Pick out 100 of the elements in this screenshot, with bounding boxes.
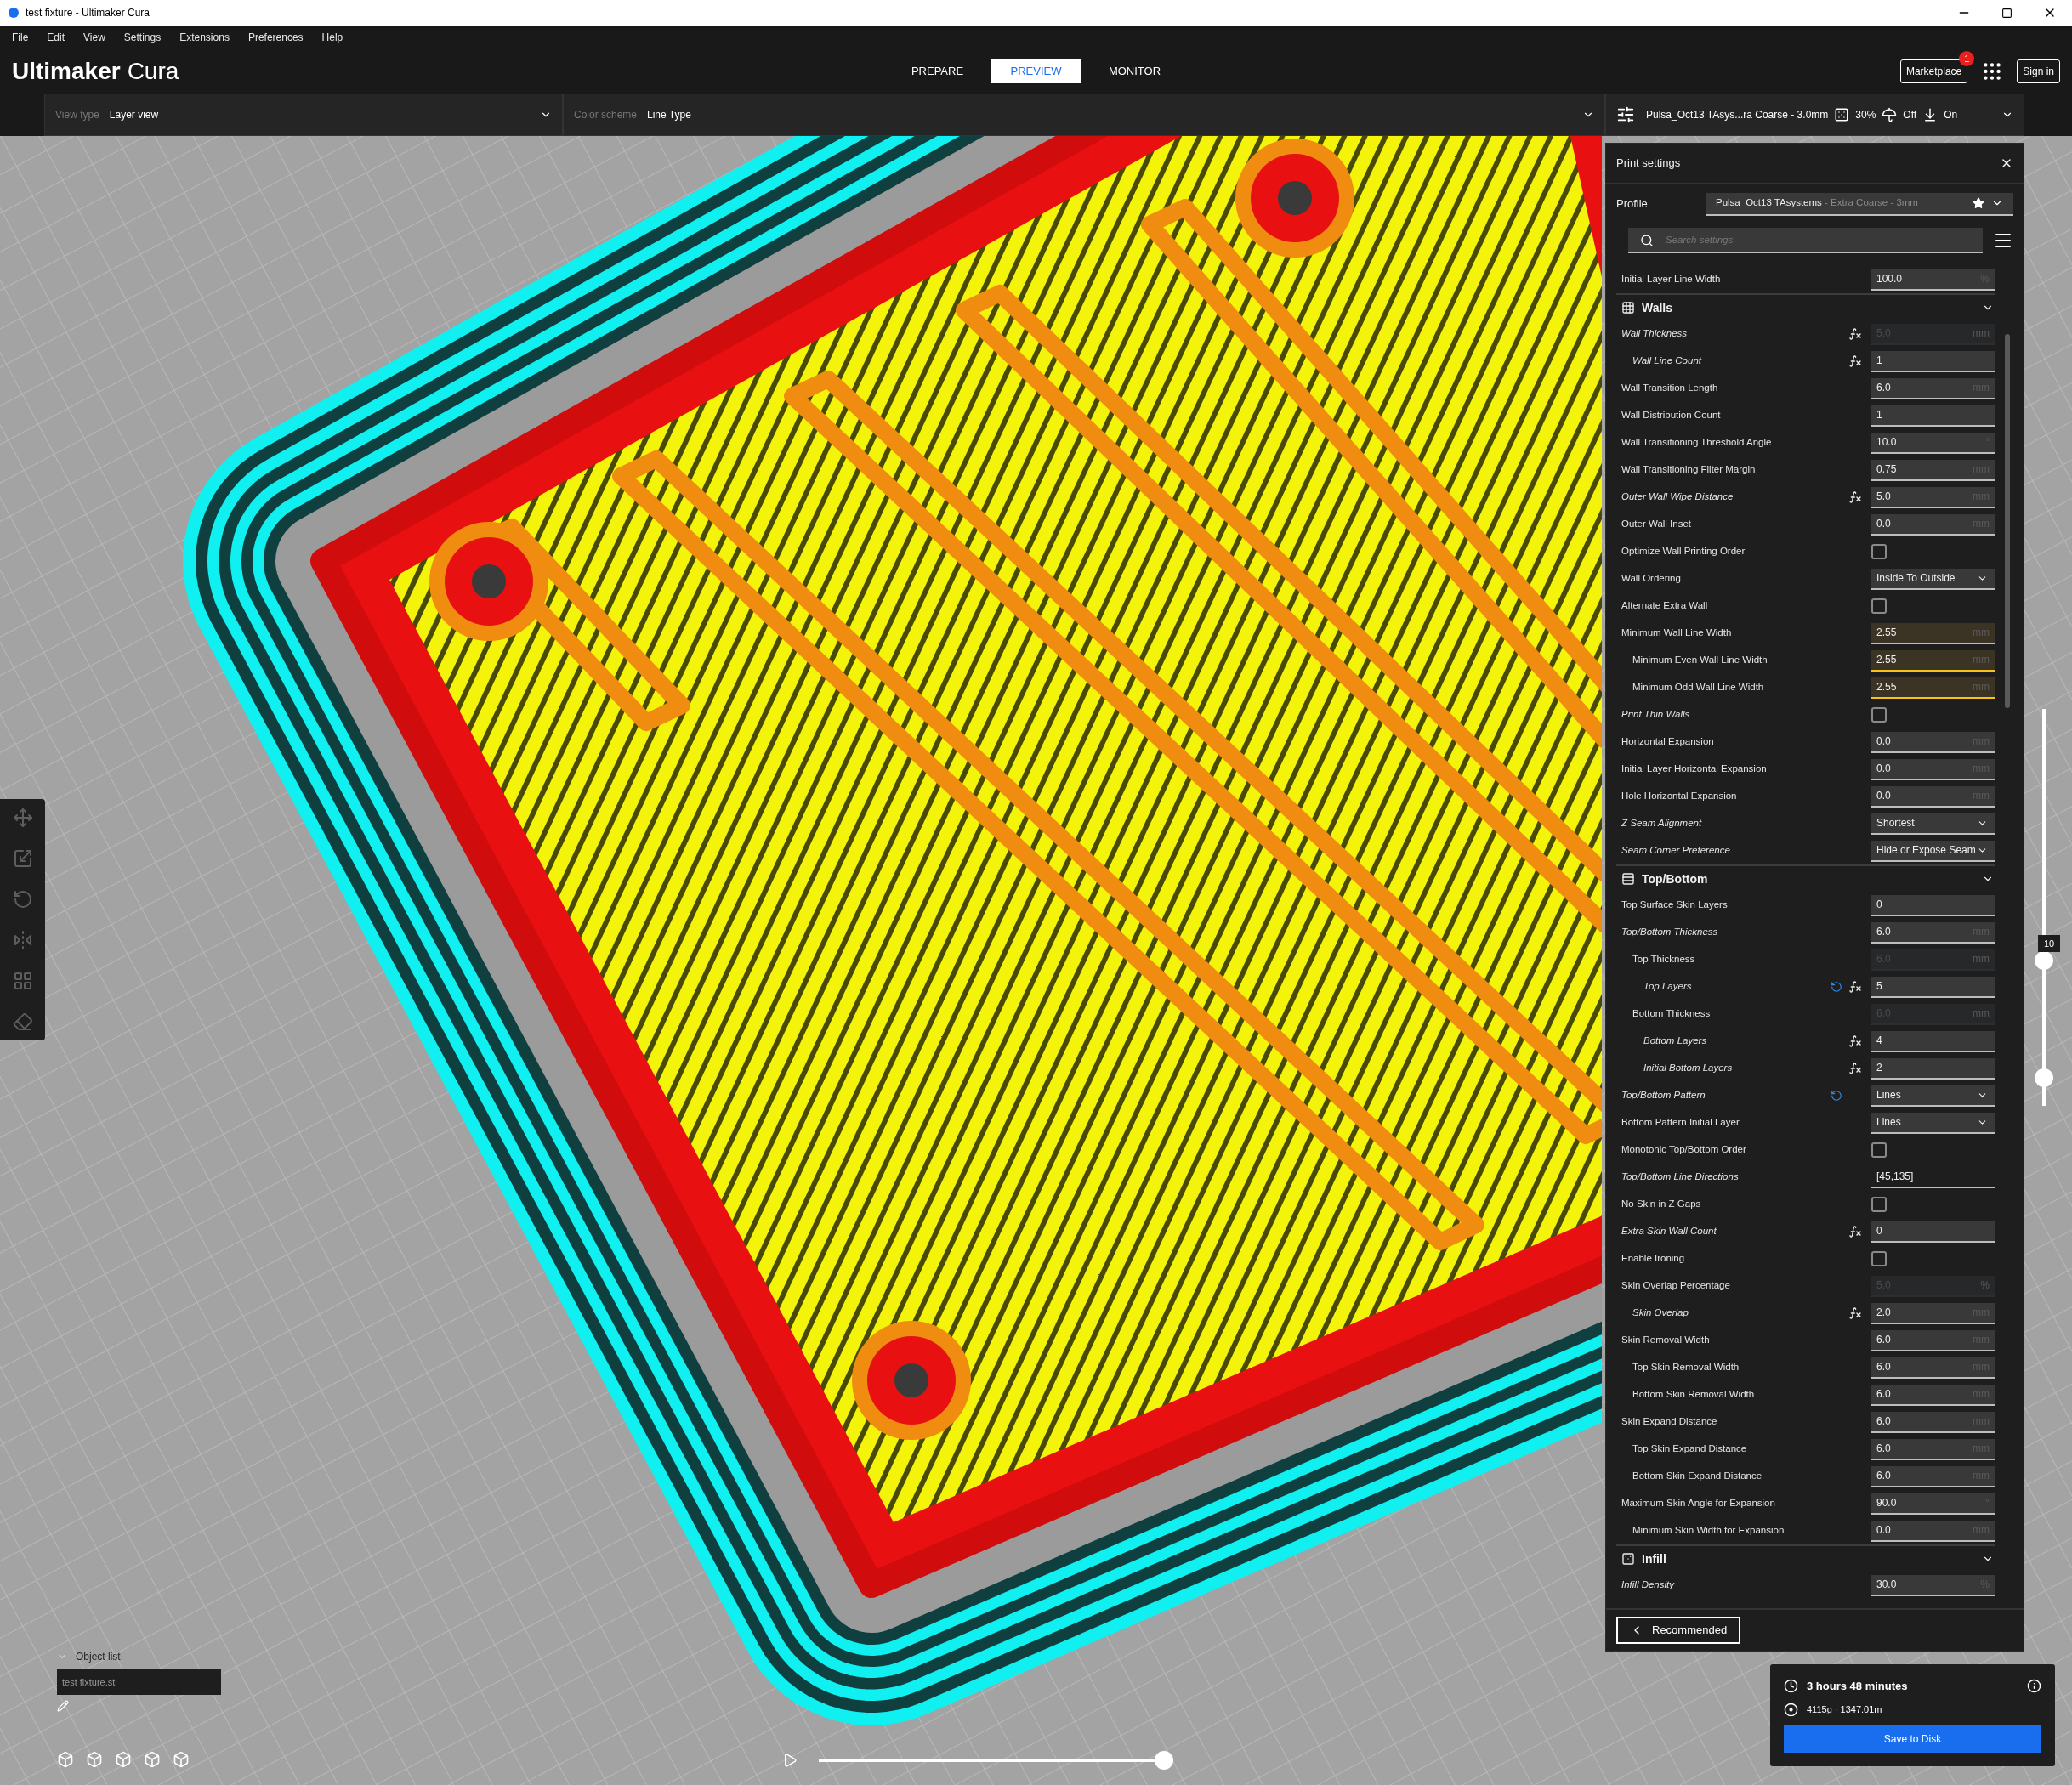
setting-label: Wall Transitioning Threshold Angle (1621, 436, 1772, 450)
checkbox[interactable] (1871, 598, 1887, 614)
stage-tab[interactable]: PREVIEW (991, 60, 1081, 83)
print-setup-selector[interactable]: Pulsa_Oct13 TAsys...ra Coarse - 3.0mm 30% Off On (1605, 94, 2024, 136)
save-to-disk-button[interactable]: Save to Disk (1784, 1726, 2041, 1753)
setting-label: Optimize Wall Printing Order (1621, 545, 1746, 558)
input-field[interactable]: 0 (1871, 894, 1995, 916)
per-model-settings-icon[interactable] (12, 971, 33, 991)
checkbox[interactable] (1871, 707, 1887, 722)
setting-label: Minimum Even Wall Line Width (1632, 654, 1768, 667)
menu-item[interactable]: Settings (123, 30, 162, 45)
maximize-icon[interactable] (2001, 7, 2012, 19)
setting-label: Hole Horizontal Expansion (1621, 790, 1737, 803)
notification-badge: 1 (1959, 51, 1975, 66)
function-icon[interactable] (1848, 1225, 1862, 1238)
dropdown[interactable]: Lines (1871, 1085, 1995, 1107)
section-header[interactable]: Walls (1616, 295, 1999, 320)
setting-label: Enable Ironing (1621, 1252, 1685, 1266)
section-icon (1621, 1552, 1635, 1566)
stage-tab[interactable]: MONITOR (1089, 60, 1180, 83)
info-icon[interactable] (2027, 1678, 2041, 1693)
function-icon[interactable] (1848, 490, 1862, 504)
search-icon (1640, 234, 1654, 247)
setting-label: Bottom Layers (1643, 1034, 1707, 1048)
setting-label: Minimum Skin Width for Expansion (1632, 1524, 1785, 1538)
checkbox[interactable] (1871, 1197, 1887, 1212)
menu-item[interactable]: Extensions (179, 30, 230, 45)
setting-label: Bottom Pattern Initial Layer (1621, 1116, 1740, 1130)
setting-label: Wall Thickness (1621, 327, 1688, 341)
input-field[interactable]: 90.0 ° (1871, 1493, 1995, 1515)
object-list-item[interactable]: test fixture.stl (57, 1669, 221, 1695)
reset-icon[interactable] (1831, 1090, 1842, 1102)
checkbox[interactable] (1871, 1251, 1887, 1266)
setting-label: Wall Distribution Count (1621, 409, 1721, 422)
infill-icon (1834, 107, 1850, 122)
move-icon[interactable] (12, 808, 33, 828)
setting-label: Top Layers (1643, 980, 1692, 994)
menu-item[interactable]: Preferences (247, 30, 304, 45)
input-field[interactable]: [45,135] (1871, 1166, 1995, 1188)
setting-label: Print Thin Walls (1621, 708, 1690, 722)
section-header[interactable]: Top/Bottom (1616, 866, 1999, 892)
setting-label: Z Seam Alignment (1621, 817, 1702, 830)
input-field[interactable]: 1 (1871, 405, 1995, 427)
dropdown[interactable]: Shortest (1871, 813, 1995, 835)
setting-label: Outer Wall Wipe Distance (1621, 490, 1734, 504)
scale-icon[interactable] (12, 848, 33, 869)
checkbox[interactable] (1871, 544, 1887, 559)
setting-label: Skin Expand Distance (1621, 1415, 1717, 1429)
setting-label: Skin Overlap (1632, 1306, 1689, 1320)
profile-name: Pulsa_Oct13 TAsystems - Extra Coarse - 3mm (1716, 196, 1919, 210)
input-field[interactable]: 100.0 % (1871, 269, 1995, 291)
scrollbar[interactable] (2005, 334, 2010, 708)
setting-label: Wall Ordering (1621, 572, 1681, 586)
setting-label: Top/Bottom Thickness (1621, 926, 1718, 939)
input-field[interactable]: 10.0 ° (1871, 432, 1995, 454)
product-name: Cura (127, 57, 179, 86)
panel-title: Print settings (1616, 156, 1681, 172)
setting-label: Top Skin Removal Width (1632, 1361, 1740, 1374)
support-icon (1882, 107, 1898, 122)
stage-tab[interactable]: PREPARE (892, 60, 983, 83)
input-field[interactable]: 30.0 % (1871, 1574, 1995, 1596)
setting-label: Top Skin Expand Distance (1632, 1442, 1747, 1456)
setting-label: Maximum Skin Angle for Expansion (1621, 1497, 1775, 1510)
dropdown[interactable]: Hide or Expose Seam (1871, 840, 1995, 862)
section-header[interactable]: Infill (1616, 1546, 1999, 1572)
view-type-dropdown[interactable]: View type Layer view (44, 94, 563, 136)
profile-label: Profile (1616, 196, 1649, 212)
setting-label: Minimum Odd Wall Line Width (1632, 681, 1764, 694)
menu-item[interactable]: View (83, 30, 105, 45)
print-time: 3 hours 48 minutes (1807, 1678, 1909, 1694)
dropdown[interactable]: Inside To Outside (1871, 568, 1995, 590)
color-scheme-dropdown[interactable]: Color scheme Line Type (563, 94, 1605, 136)
setting-label: Bottom Skin Expand Distance (1632, 1470, 1763, 1483)
setting-label: Initial Layer Line Width (1621, 273, 1721, 286)
recommended-button[interactable]: Recommended (1616, 1617, 1741, 1644)
mirror-icon[interactable] (12, 930, 33, 950)
checkbox[interactable] (1871, 1142, 1887, 1158)
rotate-icon[interactable] (12, 889, 33, 910)
dropdown[interactable]: Lines (1871, 1112, 1995, 1134)
setting-label: Top/Bottom Pattern (1621, 1089, 1706, 1102)
setting-label: Initial Bottom Layers (1643, 1062, 1733, 1075)
menu-item[interactable]: File (12, 30, 29, 45)
setting-label: Bottom Thickness (1632, 1007, 1711, 1021)
search-field[interactable]: Search settings (1628, 228, 1983, 253)
setting-label: Extra Skin Wall Count (1621, 1225, 1717, 1238)
setting-label: Top/Bottom Line Directions (1621, 1170, 1739, 1184)
support-blocker-icon[interactable] (12, 1012, 33, 1032)
menu-item[interactable]: Help (321, 30, 343, 45)
star-icon[interactable] (1973, 197, 1984, 209)
sign-in-button[interactable]: Sign in (2017, 60, 2060, 83)
profile-dropdown[interactable]: Pulsa_Oct13 TAsystems - Extra Coarse - 3mm (1706, 192, 2013, 216)
app-icon (9, 8, 19, 18)
setting-label: Alternate Extra Wall (1621, 599, 1708, 613)
material-usage: 4115g · 1347.01m (1807, 1703, 1882, 1717)
setting-label: Monotonic Top/Bottom Order (1621, 1143, 1746, 1157)
clock-icon (1784, 1678, 1798, 1693)
section-icon (1621, 872, 1635, 886)
layer-number: 10 (2038, 935, 2060, 952)
menu-item[interactable]: Edit (47, 30, 65, 45)
input-field[interactable]: 0 (1871, 1221, 1995, 1243)
